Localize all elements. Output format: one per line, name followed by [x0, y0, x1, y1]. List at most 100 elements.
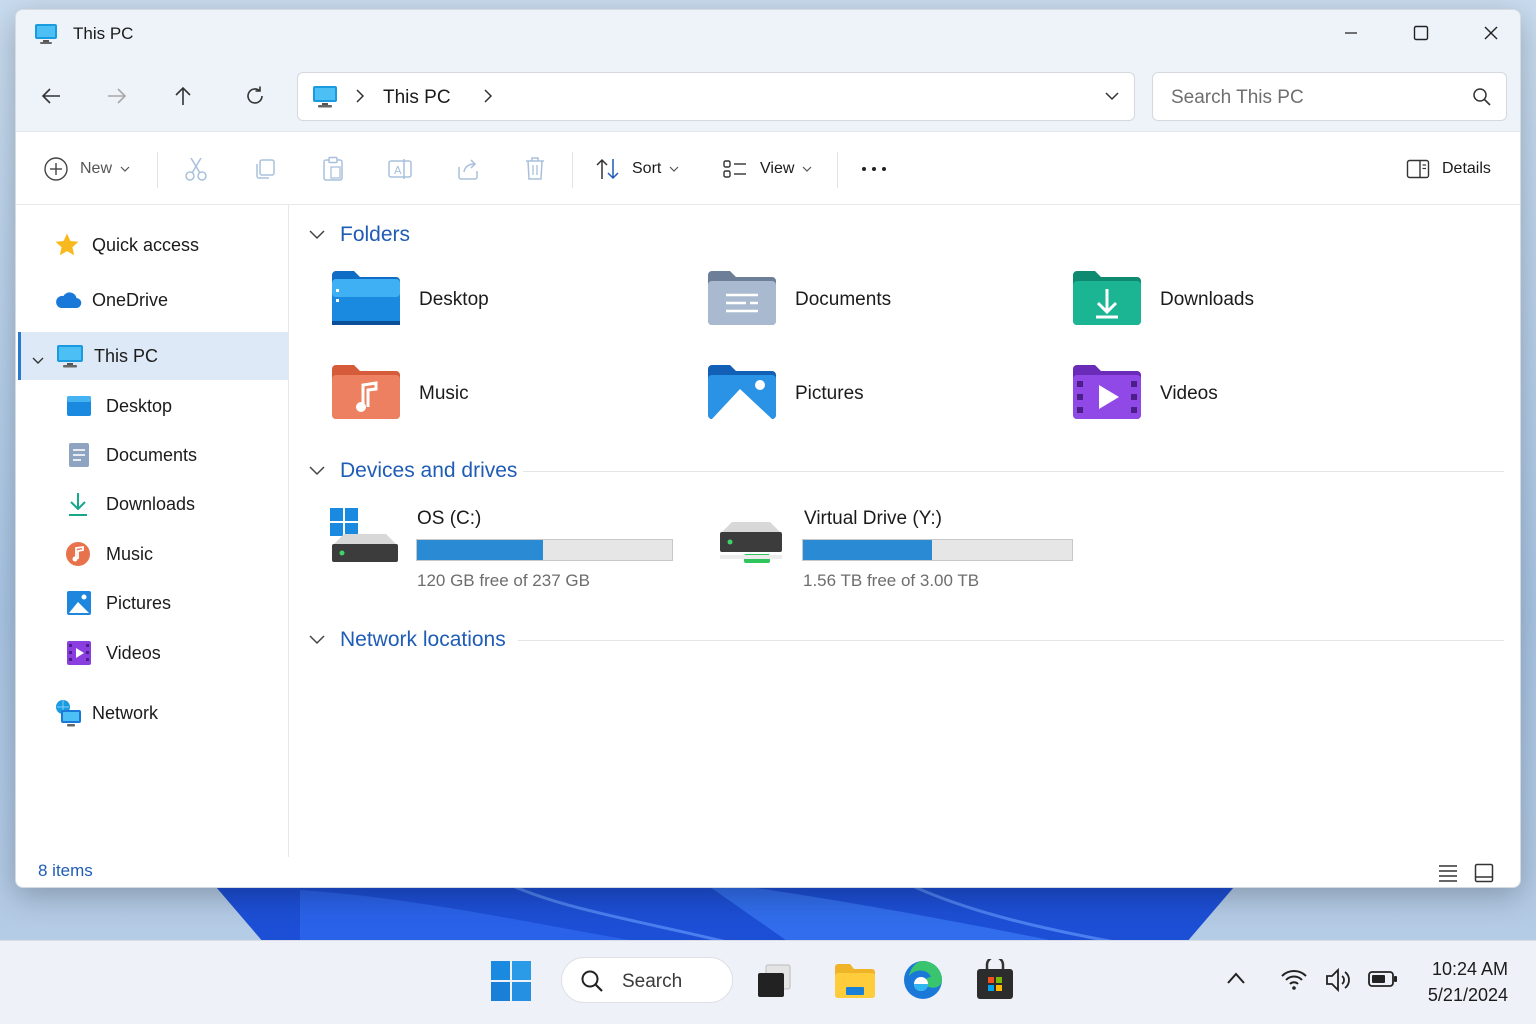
- desktop-icon: [66, 395, 92, 422]
- maximize-icon[interactable]: [1398, 18, 1444, 48]
- section-divider: [523, 471, 1504, 472]
- clock-time: 10:24 AM: [1431, 959, 1508, 979]
- paste-icon: [323, 156, 343, 181]
- chevron-down-icon[interactable]: [308, 465, 326, 477]
- sidebar-item-label: Downloads: [106, 493, 196, 514]
- pictures-icon: [66, 590, 92, 621]
- share-icon: [458, 158, 478, 180]
- forward-arrow-icon[interactable]: [99, 78, 135, 114]
- folder-item[interactable]: Documents: [706, 265, 1036, 335]
- sidebar-item-label: Desktop: [106, 395, 173, 416]
- star-icon: [54, 232, 80, 263]
- share-button[interactable]: [456, 132, 480, 205]
- chevron-right-icon[interactable]: [354, 88, 366, 109]
- up-arrow-icon[interactable]: [165, 78, 201, 114]
- navigation-bar: This PC Search This PC: [16, 58, 1520, 132]
- taskbar-search-label: Search: [622, 971, 683, 992]
- sort-button[interactable]: Sort: [595, 132, 679, 205]
- sidebar-item-downloads[interactable]: Downloads: [16, 480, 286, 528]
- paste-button[interactable]: [321, 132, 345, 205]
- task-view-icon[interactable]: [756, 963, 792, 1004]
- cut-button[interactable]: [184, 132, 208, 205]
- desktop-folder-icon: [330, 267, 402, 334]
- view-label: View: [760, 159, 795, 177]
- windows-drive-icon: [330, 508, 400, 573]
- more-button[interactable]: [860, 132, 888, 205]
- drive-name: Virtual Drive (Y:): [804, 508, 942, 529]
- title-bar: This PC: [16, 10, 1520, 58]
- search-icon[interactable]: [1472, 87, 1492, 112]
- monitor-icon: [56, 344, 84, 375]
- more-icon: [862, 166, 886, 171]
- chevron-down-icon: [120, 166, 130, 172]
- sidebar-item-quick-access[interactable]: Quick access: [16, 221, 286, 269]
- refresh-icon[interactable]: [237, 78, 273, 114]
- section-header-folders[interactable]: Folders: [308, 220, 410, 250]
- wifi-icon[interactable]: [1280, 967, 1308, 996]
- search-input[interactable]: Search This PC: [1152, 72, 1507, 121]
- delete-icon: [526, 156, 544, 180]
- item-count: 8 items: [38, 861, 93, 880]
- new-button[interactable]: New: [43, 132, 130, 205]
- sidebar-item-network[interactable]: Network: [16, 689, 286, 737]
- folder-item[interactable]: Music: [330, 359, 660, 429]
- chevron-down-icon[interactable]: [308, 634, 326, 646]
- sidebar-item-desktop[interactable]: Desktop: [16, 382, 286, 430]
- section-header-network[interactable]: Network locations: [308, 625, 1504, 655]
- breadcrumb[interactable]: This PC: [383, 87, 451, 109]
- volume-icon[interactable]: [1324, 967, 1354, 998]
- rename-button[interactable]: A: [387, 132, 413, 205]
- folder-item[interactable]: Desktop: [330, 265, 660, 335]
- music-folder-icon: [330, 361, 402, 428]
- sidebar-item-label: Network: [92, 702, 159, 723]
- folder-name: Videos: [1160, 383, 1218, 404]
- folder-item[interactable]: Videos: [1071, 359, 1401, 429]
- command-bar: New A Sort View Details: [16, 132, 1520, 205]
- documents-folder-icon: [706, 267, 778, 334]
- network-icon: [53, 698, 83, 733]
- new-label: New: [80, 159, 113, 177]
- sidebar-item-onedrive[interactable]: OneDrive: [16, 276, 286, 324]
- music-icon: [65, 541, 91, 572]
- chevron-down-icon[interactable]: [31, 350, 45, 371]
- videos-folder-icon: [1071, 361, 1143, 428]
- chevron-down-icon[interactable]: [308, 229, 326, 241]
- chevron-up-icon[interactable]: [1226, 971, 1246, 990]
- sidebar-item-videos[interactable]: Videos: [16, 629, 286, 677]
- copy-button[interactable]: [253, 132, 277, 205]
- sidebar-item-music[interactable]: Music: [16, 530, 286, 578]
- view-button[interactable]: View: [722, 132, 812, 205]
- address-bar[interactable]: This PC: [297, 72, 1135, 121]
- details-view-icon[interactable]: [1438, 864, 1458, 887]
- start-button-icon[interactable]: [491, 961, 531, 1006]
- chevron-down-icon[interactable]: [1104, 89, 1120, 107]
- folder-name: Desktop: [419, 289, 489, 310]
- sidebar-item-this-pc[interactable]: This PC: [18, 332, 288, 380]
- section-header-devices[interactable]: Devices and drives: [308, 456, 1504, 486]
- back-arrow-icon[interactable]: [33, 78, 69, 114]
- battery-icon[interactable]: [1368, 970, 1398, 993]
- file-explorer-icon[interactable]: [834, 961, 876, 1006]
- folder-item[interactable]: Pictures: [706, 359, 1036, 429]
- close-icon[interactable]: [1468, 18, 1514, 48]
- delete-button[interactable]: [524, 132, 546, 205]
- minimize-icon[interactable]: [1328, 18, 1374, 48]
- window-title: This PC: [73, 24, 134, 43]
- tiles-view-icon[interactable]: [1474, 863, 1494, 887]
- chevron-right-icon[interactable]: [482, 88, 494, 109]
- section-title: Devices and drives: [340, 459, 518, 482]
- folder-item[interactable]: Downloads: [1071, 265, 1401, 335]
- system-clock[interactable]: 10:24 AM 5/21/2024: [1428, 956, 1508, 1008]
- drive-free-space: 120 GB free of 237 GB: [417, 571, 590, 590]
- edge-browser-icon[interactable]: [903, 960, 943, 1005]
- drive-item-c[interactable]: OS (C:) 120 GB free of 237 GB: [330, 500, 690, 590]
- taskbar-search[interactable]: Search: [561, 957, 733, 1003]
- drive-item-y[interactable]: Virtual Drive (Y:) 1.56 TB free of 3.00 …: [716, 500, 1116, 590]
- sidebar-item-pictures[interactable]: Pictures: [16, 579, 286, 627]
- cloud-icon: [54, 290, 82, 315]
- section-title: Folders: [340, 223, 411, 246]
- sidebar-item-documents[interactable]: Documents: [16, 431, 286, 479]
- pictures-folder-icon: [706, 361, 778, 428]
- store-icon[interactable]: [975, 955, 1015, 1006]
- details-button[interactable]: Details: [1406, 132, 1491, 205]
